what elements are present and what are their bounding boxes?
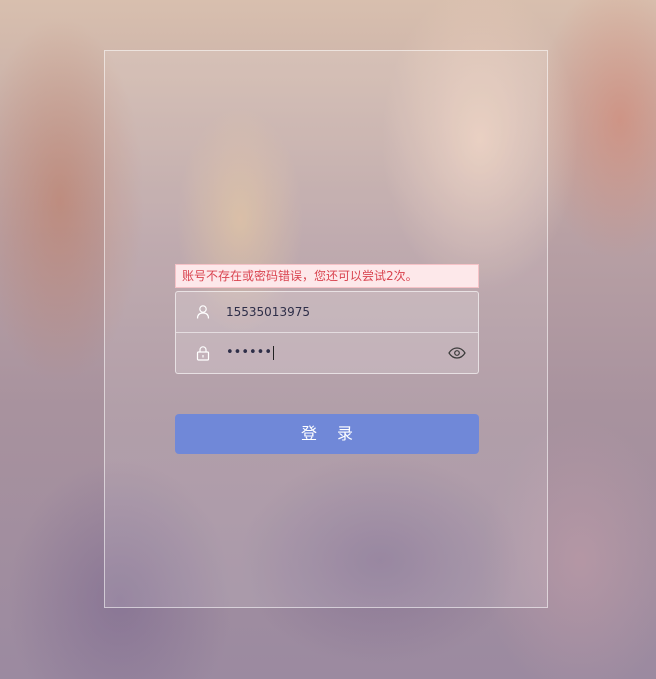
username-input[interactable]: 15535013975 [226, 292, 310, 332]
login-button[interactable]: 登录 [175, 414, 479, 454]
password-mask: •••••• [226, 345, 273, 360]
password-row[interactable]: •••••• [176, 333, 478, 373]
user-icon [195, 304, 211, 320]
password-input[interactable]: •••••• [226, 333, 275, 373]
username-row[interactable]: 15535013975 [176, 292, 478, 333]
login-form-fields: 15535013975 •••••• [175, 291, 479, 374]
error-message: 账号不存在或密码错误，您还可以尝试2次。 [175, 264, 479, 288]
lock-icon [195, 345, 211, 361]
eye-icon[interactable] [448, 345, 466, 361]
text-caret [273, 345, 275, 360]
